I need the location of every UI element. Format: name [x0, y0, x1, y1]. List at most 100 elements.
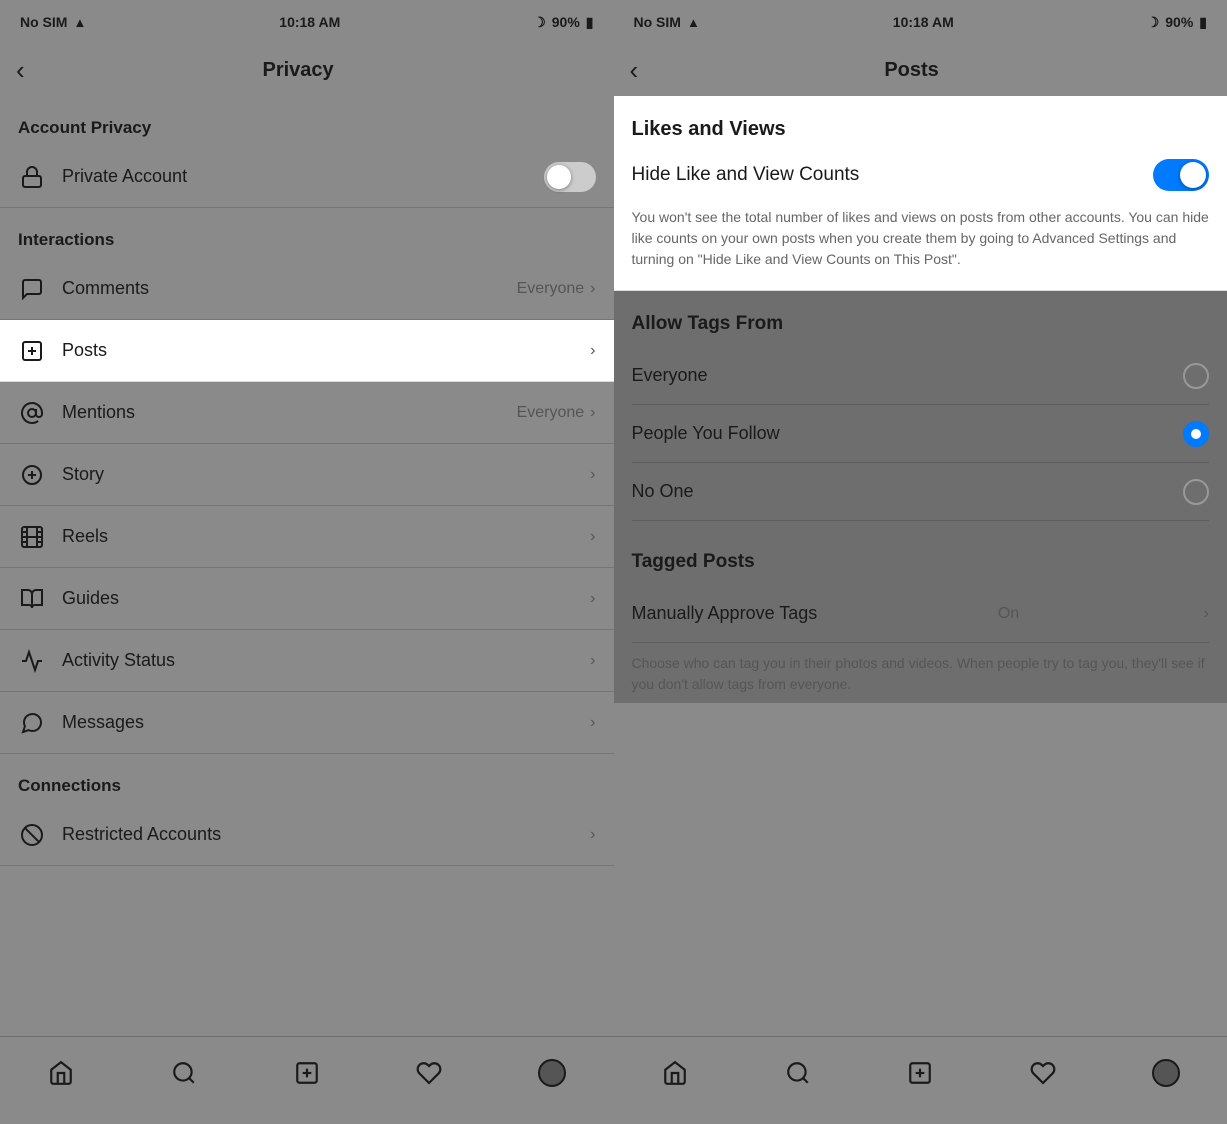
- hide-counts-knob: [1180, 162, 1206, 188]
- messages-label: Messages: [62, 712, 590, 733]
- left-tab-plus[interactable]: [283, 1049, 331, 1097]
- restricted-accounts-label: Restricted Accounts: [62, 824, 590, 845]
- tagged-posts-title: Tagged Posts: [632, 551, 1210, 573]
- status-right: ☽ 90% ▮: [533, 14, 593, 31]
- everyone-option[interactable]: Everyone: [632, 347, 1210, 405]
- battery-icon: ▮: [586, 14, 594, 31]
- right-status-bar: No SIM ▲ 10:18 AM ☽ 90% ▮: [614, 0, 1227, 44]
- guides-chevron: ›: [590, 590, 595, 608]
- no-one-radio[interactable]: [1183, 479, 1209, 505]
- messages-icon: [18, 709, 46, 737]
- manually-approve-row[interactable]: Manually Approve Tags On ›: [632, 585, 1210, 643]
- activity-status-chevron: ›: [590, 652, 595, 670]
- restricted-icon: [18, 821, 46, 849]
- right-time-label: 10:18 AM: [893, 14, 954, 30]
- messages-chevron: ›: [590, 714, 595, 732]
- left-back-button[interactable]: ‹: [16, 55, 25, 86]
- hide-counts-description: You won't see the total number of likes …: [632, 207, 1210, 270]
- posts-item[interactable]: Posts ›: [0, 320, 614, 382]
- reels-icon: [18, 523, 46, 551]
- private-account-item[interactable]: Private Account: [0, 146, 614, 208]
- right-profile-avatar: [1152, 1059, 1180, 1087]
- guides-item[interactable]: Guides ›: [0, 568, 614, 630]
- left-status-bar: No SIM ▲ 10:18 AM ☽ 90% ▮: [0, 0, 614, 44]
- tagged-description: Choose who can tag you in their photos a…: [632, 643, 1210, 695]
- left-tab-home[interactable]: [37, 1049, 85, 1097]
- allow-tags-section: Allow Tags From Everyone People You Foll…: [614, 291, 1227, 529]
- tagged-posts-section: Tagged Posts Manually Approve Tags On › …: [614, 529, 1227, 703]
- mentions-value: Everyone: [517, 404, 585, 422]
- left-tab-search[interactable]: [160, 1049, 208, 1097]
- story-item[interactable]: Story ›: [0, 444, 614, 506]
- hide-counts-toggle[interactable]: [1153, 159, 1209, 191]
- left-profile-avatar: [538, 1059, 566, 1087]
- right-wifi-icon: ▲: [687, 15, 700, 30]
- right-phone: No SIM ▲ 10:18 AM ☽ 90% ▮ ‹ Posts Likes …: [614, 0, 1227, 1124]
- left-nav-title: Privacy: [37, 59, 560, 82]
- right-nav-bar: ‹ Posts: [614, 44, 1227, 96]
- right-moon-icon: ☽: [1147, 14, 1160, 31]
- mentions-icon: [18, 399, 46, 427]
- story-icon: [18, 461, 46, 489]
- private-account-toggle[interactable]: [544, 162, 596, 192]
- left-nav-bar: ‹ Privacy: [0, 44, 614, 96]
- manually-approve-label: Manually Approve Tags: [632, 603, 818, 624]
- mentions-chevron: ›: [590, 404, 595, 422]
- people-follow-radio[interactable]: [1183, 421, 1209, 447]
- time-label: 10:18 AM: [279, 14, 340, 30]
- right-tab-profile[interactable]: [1142, 1049, 1190, 1097]
- right-scroll-content: Likes and Views Hide Like and View Count…: [614, 96, 1227, 1036]
- activity-status-label: Activity Status: [62, 650, 590, 671]
- mentions-label: Mentions: [62, 402, 517, 423]
- activity-status-item[interactable]: Activity Status ›: [0, 630, 614, 692]
- story-chevron: ›: [590, 466, 595, 484]
- posts-chevron: ›: [590, 342, 595, 360]
- reels-chevron: ›: [590, 528, 595, 546]
- hide-counts-label: Hide Like and View Counts: [632, 164, 1154, 186]
- messages-item[interactable]: Messages ›: [0, 692, 614, 754]
- people-you-follow-option[interactable]: People You Follow: [632, 405, 1210, 463]
- interactions-header: Interactions: [0, 208, 614, 258]
- connections-header: Connections: [0, 754, 614, 804]
- right-tab-heart[interactable]: [1019, 1049, 1067, 1097]
- hide-counts-row: Hide Like and View Counts: [632, 159, 1210, 191]
- right-tab-search[interactable]: [774, 1049, 822, 1097]
- comment-icon: [18, 275, 46, 303]
- activity-status-icon: [18, 647, 46, 675]
- manually-approve-chevron: ›: [1204, 605, 1209, 623]
- reels-item[interactable]: Reels ›: [0, 506, 614, 568]
- posts-icon: [18, 337, 46, 365]
- status-left: No SIM ▲: [20, 14, 86, 30]
- likes-views-title: Likes and Views: [632, 118, 1210, 141]
- likes-views-section: Likes and Views Hide Like and View Count…: [614, 96, 1227, 291]
- reels-label: Reels: [62, 526, 590, 547]
- everyone-label: Everyone: [632, 365, 708, 386]
- allow-tags-title: Allow Tags From: [632, 313, 1210, 335]
- left-tab-heart[interactable]: [405, 1049, 453, 1097]
- right-tab-home[interactable]: [651, 1049, 699, 1097]
- moon-icon: ☽: [533, 14, 546, 31]
- right-carrier-label: No SIM: [634, 14, 681, 30]
- everyone-radio[interactable]: [1183, 363, 1209, 389]
- comments-item[interactable]: Comments Everyone ›: [0, 258, 614, 320]
- left-phone: No SIM ▲ 10:18 AM ☽ 90% ▮ ‹ Privacy Acco…: [0, 0, 614, 1124]
- comments-label: Comments: [62, 278, 517, 299]
- wifi-icon: ▲: [73, 15, 86, 30]
- restricted-accounts-item[interactable]: Restricted Accounts ›: [0, 804, 614, 866]
- carrier-label: No SIM: [20, 14, 67, 30]
- comments-chevron: ›: [590, 280, 595, 298]
- account-privacy-header: Account Privacy: [0, 96, 614, 146]
- right-tab-plus[interactable]: [896, 1049, 944, 1097]
- right-back-button[interactable]: ‹: [630, 55, 639, 86]
- right-battery-icon: ▮: [1199, 14, 1207, 31]
- private-account-label: Private Account: [62, 166, 544, 187]
- no-one-option[interactable]: No One: [632, 463, 1210, 521]
- mentions-item[interactable]: Mentions Everyone ›: [0, 382, 614, 444]
- left-tab-profile[interactable]: [528, 1049, 576, 1097]
- manually-approve-value: On: [998, 605, 1019, 623]
- left-scroll-content: Account Privacy Private Account Interact…: [0, 96, 614, 1036]
- right-nav-title: Posts: [650, 59, 1173, 82]
- comments-value: Everyone: [517, 280, 585, 298]
- posts-label: Posts: [62, 340, 590, 361]
- battery-label: 90%: [552, 14, 580, 30]
